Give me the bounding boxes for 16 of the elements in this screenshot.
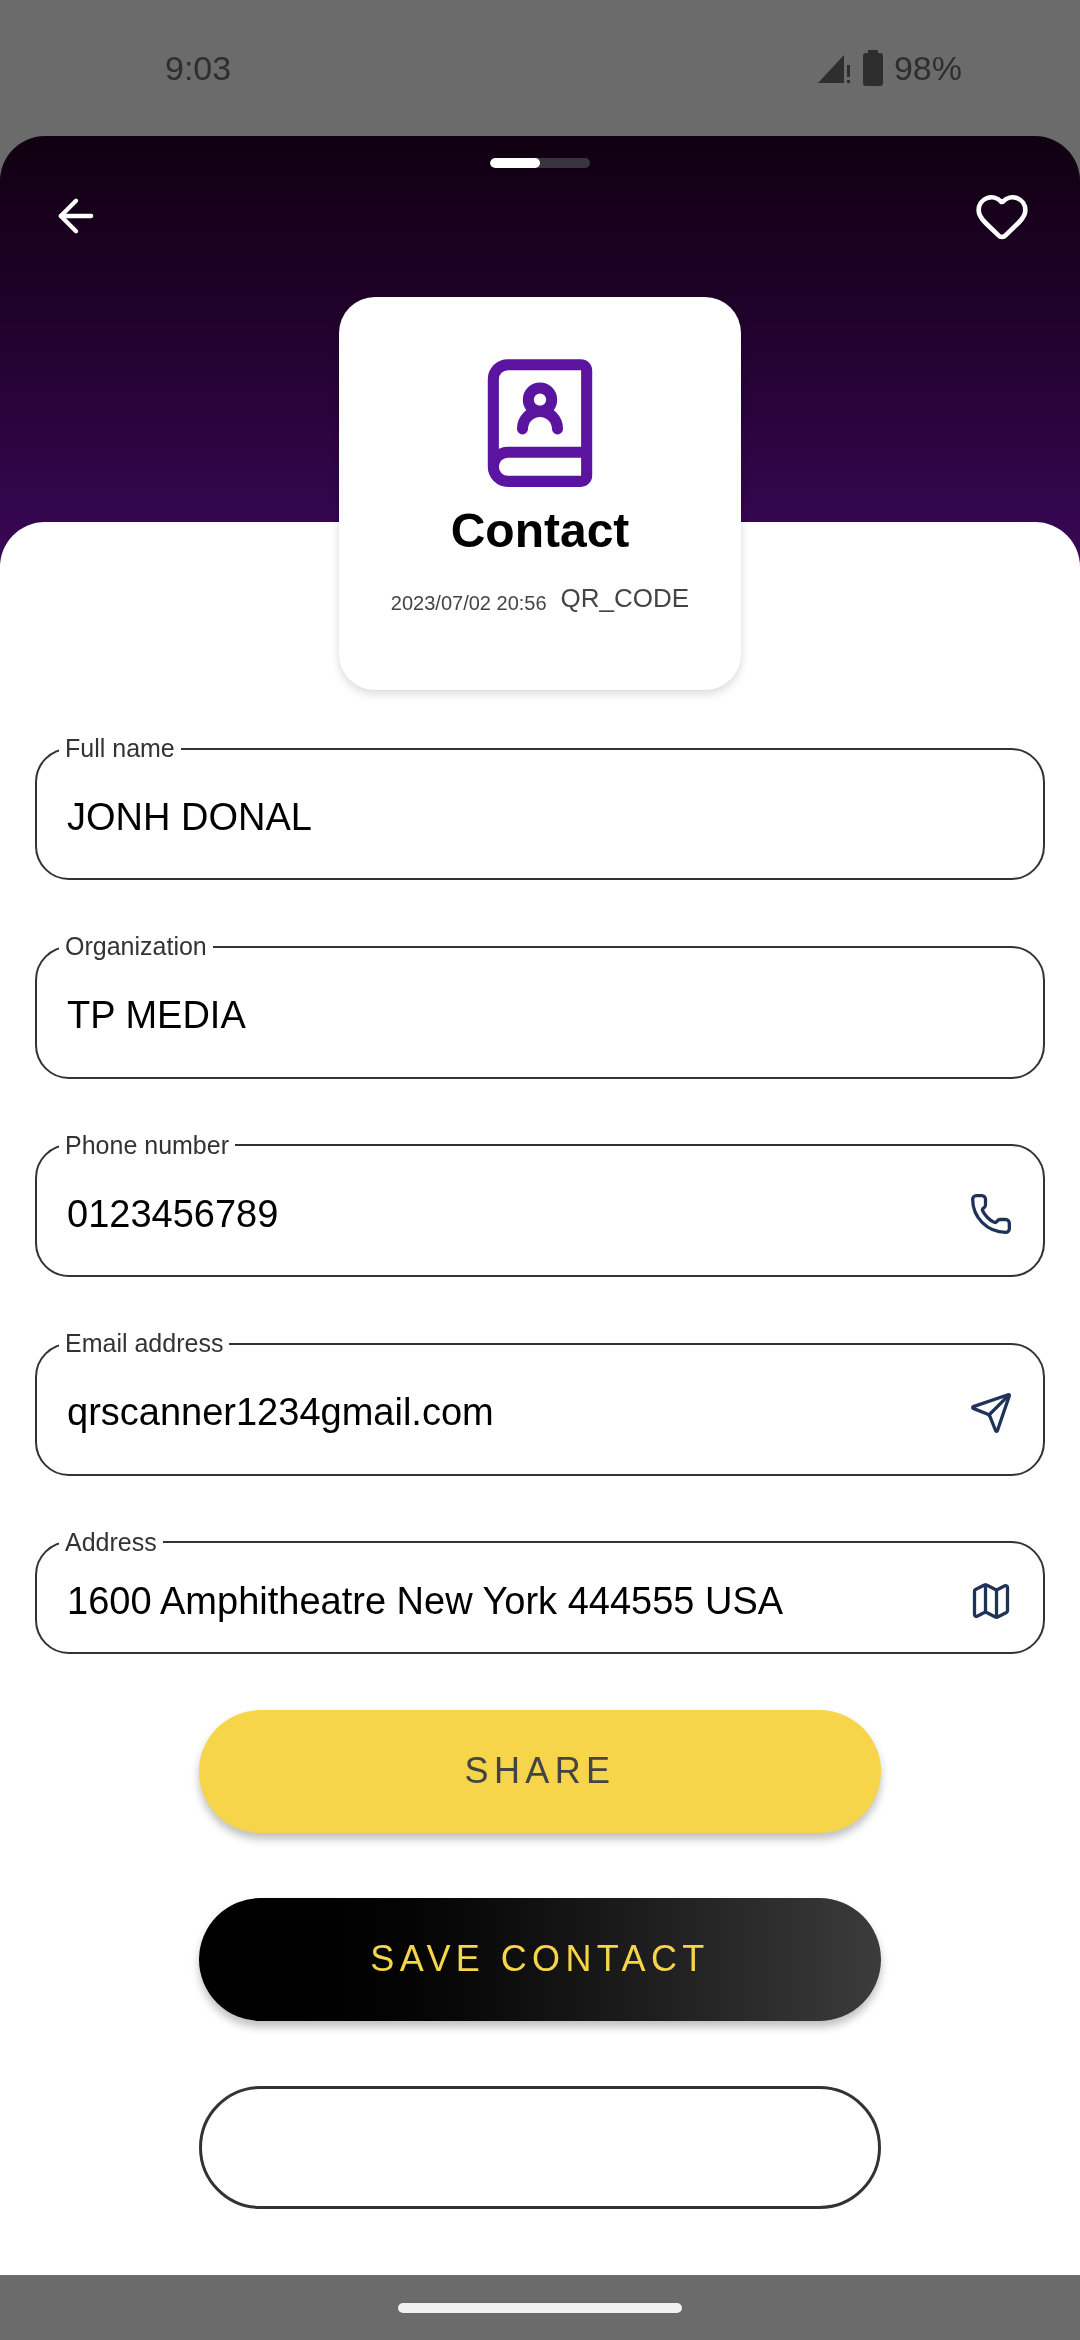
text-field[interactable]: Address 1600 Amphitheatre New York 444555 USA: [35, 1529, 1045, 1654]
text-field[interactable]: Phone number 0123456789: [35, 1132, 1045, 1278]
share-button[interactable]: SHARE: [199, 1709, 881, 1833]
save-contact-button[interactable]: SAVE CONTACT: [199, 1897, 881, 2021]
text-field[interactable]: Email address qrscanner1234gmail.com: [35, 1331, 1045, 1476]
code-format: QR_CODE: [560, 582, 690, 615]
phone-icon[interactable]: [969, 1192, 1013, 1237]
home-handle[interactable]: [398, 2302, 682, 2313]
scan-date: 2023/07/02 20:56: [390, 591, 547, 616]
text-field[interactable]: Full name JONH DONAL: [35, 736, 1045, 881]
status-time: 9:03: [165, 47, 232, 89]
battery-icon: [861, 50, 884, 86]
battery-percent: 98%: [893, 47, 962, 89]
text-field[interactable]: Organization TP MEDIA: [35, 934, 1045, 1079]
card-title: Contact: [450, 507, 630, 555]
send-icon[interactable]: [969, 1390, 1013, 1435]
